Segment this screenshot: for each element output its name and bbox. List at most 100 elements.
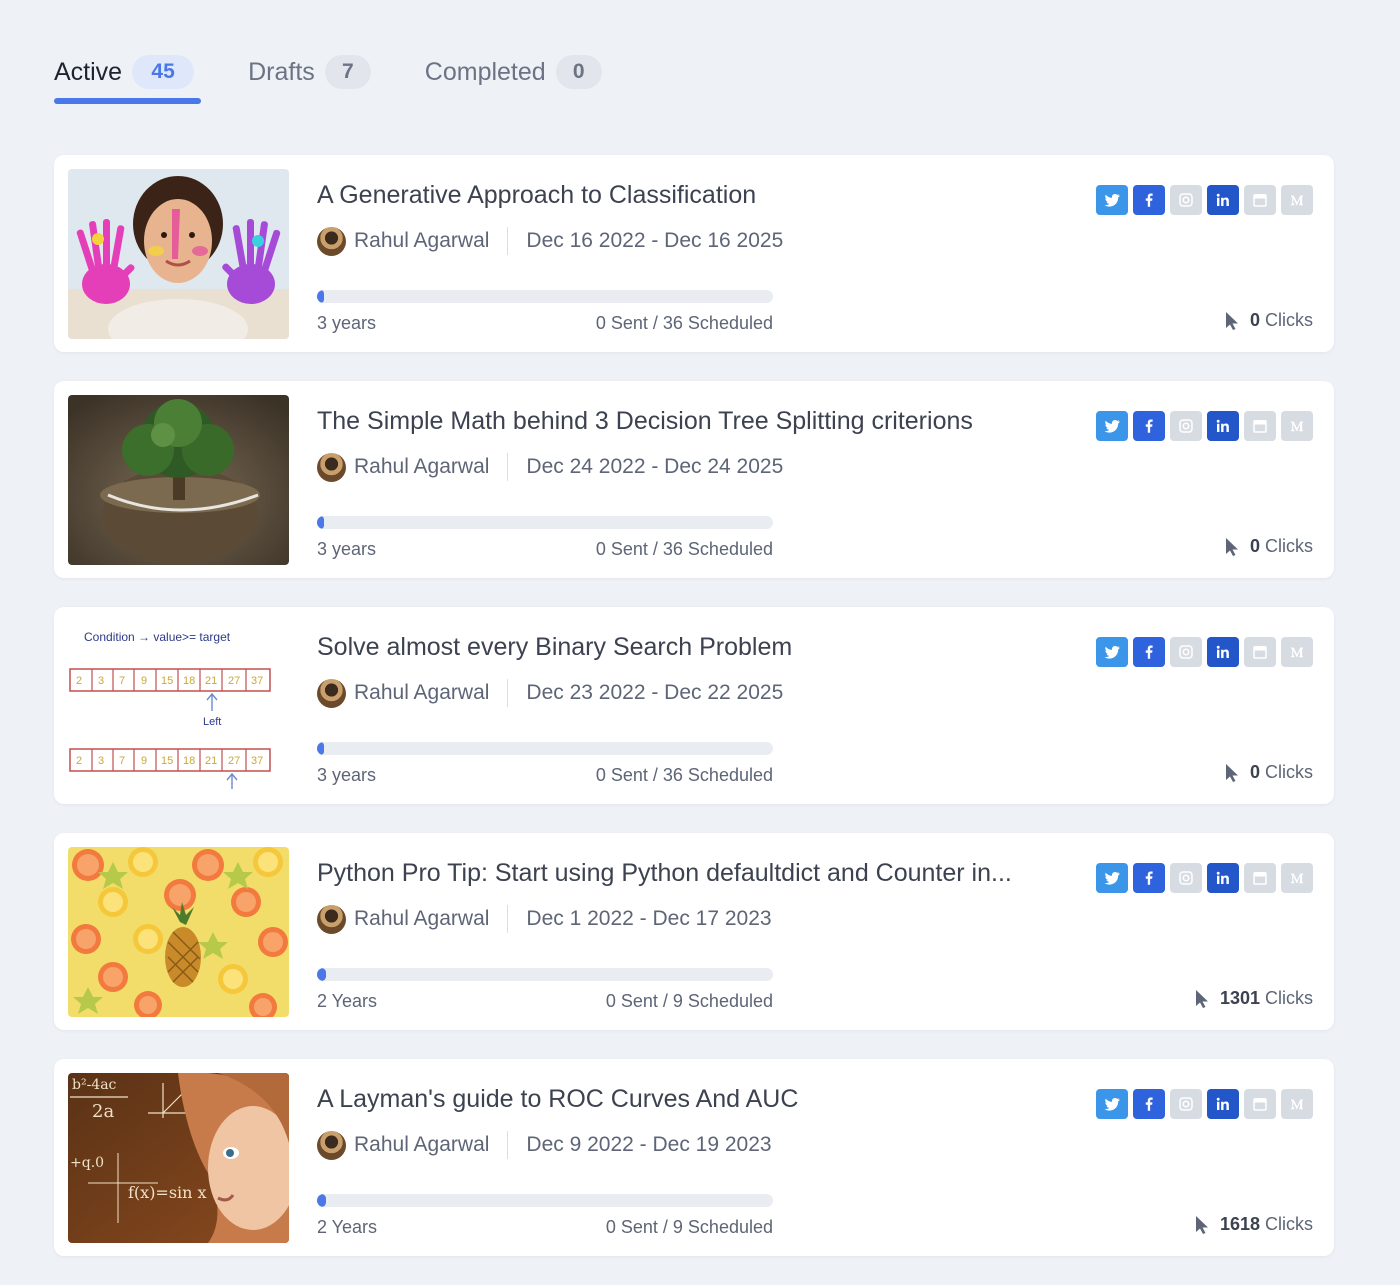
campaign-thumbnail[interactable] bbox=[68, 395, 289, 565]
author-name: Rahul Agarwal bbox=[354, 229, 490, 252]
progress-fill bbox=[317, 1194, 327, 1207]
campaign-card[interactable]: The Simple Math behind 3 Decision Tree S… bbox=[54, 381, 1334, 578]
medium-icon[interactable] bbox=[1281, 1089, 1313, 1119]
campaign-card[interactable]: A Generative Approach to Classification … bbox=[54, 155, 1334, 352]
cursor-icon bbox=[1224, 537, 1240, 557]
campaign-thumbnail[interactable] bbox=[68, 169, 289, 339]
instagram-icon[interactable] bbox=[1170, 863, 1202, 893]
campaign-meta: Rahul Agarwal Dec 24 2022 - Dec 24 2025 bbox=[317, 452, 783, 482]
avatar bbox=[317, 452, 346, 482]
linkedin-icon[interactable] bbox=[1207, 411, 1239, 441]
campaign-thumbnail[interactable] bbox=[68, 847, 289, 1017]
sketch-cell: 15 bbox=[161, 755, 173, 767]
medium-icon[interactable] bbox=[1281, 637, 1313, 667]
date-range: Dec 1 2022 - Dec 17 2023 bbox=[526, 907, 772, 930]
campaign-list: A Generative Approach to Classification … bbox=[54, 155, 1334, 1285]
tab-active[interactable]: Active 45 bbox=[54, 52, 201, 104]
campaign-meta: Rahul Agarwal Dec 23 2022 - Dec 22 2025 bbox=[317, 678, 783, 708]
campaign-card[interactable]: Condition → value>= target 2 3 7 9 15 18 21 27 3… bbox=[54, 607, 1334, 804]
tab-completed[interactable]: Completed 0 bbox=[425, 52, 602, 92]
google-business-icon[interactable] bbox=[1244, 411, 1276, 441]
campaign-title[interactable]: A Generative Approach to Classification bbox=[317, 181, 1062, 210]
author-name: Rahul Agarwal bbox=[354, 455, 490, 478]
clicks-value: 0 bbox=[1249, 310, 1260, 330]
progress-bar bbox=[317, 290, 773, 303]
facebook-icon[interactable] bbox=[1133, 863, 1165, 893]
instagram-icon[interactable] bbox=[1170, 185, 1202, 215]
social-channels bbox=[1096, 185, 1313, 215]
tab-count-badge: 7 bbox=[324, 55, 371, 89]
author-name: Rahul Agarwal bbox=[354, 681, 490, 704]
medium-icon[interactable] bbox=[1281, 185, 1313, 215]
facebook-icon[interactable] bbox=[1133, 411, 1165, 441]
date-range: Dec 24 2022 - Dec 24 2025 bbox=[526, 455, 784, 478]
date-range: Dec 9 2022 - Dec 19 2023 bbox=[526, 1133, 772, 1156]
progress-bar bbox=[317, 742, 773, 755]
sketch-cell: 9 bbox=[141, 755, 147, 767]
divider bbox=[507, 905, 509, 933]
facebook-icon[interactable] bbox=[1133, 637, 1165, 667]
instagram-icon[interactable] bbox=[1170, 411, 1202, 441]
medium-icon[interactable] bbox=[1281, 863, 1313, 893]
sketch-cell: 18 bbox=[183, 675, 195, 687]
click-count: 0 Clicks bbox=[1224, 536, 1313, 557]
campaign-card[interactable]: b²-4ac 2a f(x)=sin x +q.0 A Layman's gui… bbox=[54, 1059, 1334, 1256]
linkedin-icon[interactable] bbox=[1207, 185, 1239, 215]
cursor-icon bbox=[1194, 1215, 1210, 1235]
linkedin-icon[interactable] bbox=[1207, 1089, 1239, 1119]
google-business-icon[interactable] bbox=[1244, 185, 1276, 215]
campaign-title[interactable]: Python Pro Tip: Start using Python defau… bbox=[317, 859, 1062, 888]
click-count: 0 Clicks bbox=[1224, 310, 1313, 331]
twitter-icon[interactable] bbox=[1096, 1089, 1128, 1119]
campaign-card[interactable]: Python Pro Tip: Start using Python defau… bbox=[54, 833, 1334, 1030]
tab-count-badge: 0 bbox=[555, 55, 602, 89]
instagram-icon[interactable] bbox=[1170, 637, 1202, 667]
cursor-icon bbox=[1224, 311, 1240, 331]
tab-label: Active bbox=[54, 57, 123, 86]
divider bbox=[507, 1131, 509, 1159]
medium-icon[interactable] bbox=[1281, 411, 1313, 441]
formula-text: b²-4ac bbox=[72, 1077, 117, 1093]
formula-text: +q.0 bbox=[70, 1155, 104, 1171]
twitter-icon[interactable] bbox=[1096, 185, 1128, 215]
sketch-cell: 21 bbox=[205, 675, 217, 687]
campaign-thumbnail[interactable]: Condition → value>= target 2 3 7 9 15 18 21 27 3… bbox=[68, 621, 289, 791]
tab-label: Drafts bbox=[248, 57, 315, 86]
sent-status: 0 Sent / 9 Scheduled bbox=[605, 991, 773, 1011]
child-painted-hands-image bbox=[68, 169, 289, 339]
google-business-icon[interactable] bbox=[1244, 637, 1276, 667]
campaign-title[interactable]: Solve almost every Binary Search Problem bbox=[317, 633, 1062, 662]
divider bbox=[507, 453, 509, 481]
google-business-icon[interactable] bbox=[1244, 863, 1276, 893]
twitter-icon[interactable] bbox=[1096, 863, 1128, 893]
avatar bbox=[317, 678, 346, 708]
sketch-cell: 27 bbox=[228, 675, 240, 687]
active-tab-indicator bbox=[54, 98, 201, 104]
google-business-icon[interactable] bbox=[1244, 1089, 1276, 1119]
clicks-label: Clicks bbox=[1265, 310, 1313, 330]
sent-status: 0 Sent / 9 Scheduled bbox=[605, 1217, 773, 1237]
campaign-thumbnail[interactable]: b²-4ac 2a f(x)=sin x +q.0 bbox=[68, 1073, 289, 1243]
clicks-value: 0 bbox=[1249, 536, 1260, 556]
progress-bar bbox=[317, 968, 773, 981]
linkedin-icon[interactable] bbox=[1207, 637, 1239, 667]
sketch-cell: 21 bbox=[205, 755, 217, 767]
campaign-meta: Rahul Agarwal Dec 1 2022 - Dec 17 2023 bbox=[317, 904, 772, 934]
tab-label: Completed bbox=[424, 57, 546, 86]
twitter-icon[interactable] bbox=[1096, 411, 1128, 441]
sketch-pointer-label: Left bbox=[203, 716, 221, 728]
social-channels bbox=[1096, 637, 1313, 667]
formula-text: 2a bbox=[92, 1101, 114, 1122]
linkedin-icon[interactable] bbox=[1207, 863, 1239, 893]
twitter-icon[interactable] bbox=[1096, 637, 1128, 667]
facebook-icon[interactable] bbox=[1133, 185, 1165, 215]
tab-drafts[interactable]: Drafts 7 bbox=[248, 52, 371, 92]
campaign-title[interactable]: A Layman's guide to ROC Curves And AUC bbox=[317, 1085, 1062, 1114]
facebook-icon[interactable] bbox=[1133, 1089, 1165, 1119]
sketch-condition-text: Condition → value>= target bbox=[84, 630, 231, 644]
campaign-title[interactable]: The Simple Math behind 3 Decision Tree S… bbox=[317, 407, 1062, 436]
instagram-icon[interactable] bbox=[1170, 1089, 1202, 1119]
sent-status: 0 Sent / 36 Scheduled bbox=[595, 313, 773, 333]
sketch-cell: 37 bbox=[251, 675, 263, 687]
avatar bbox=[317, 1130, 346, 1160]
